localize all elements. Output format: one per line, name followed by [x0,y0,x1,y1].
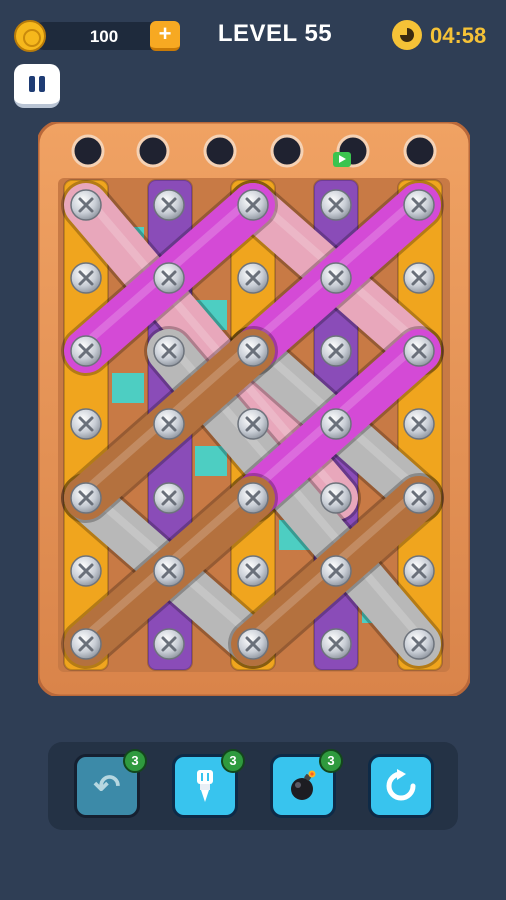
screw-icon[interactable] [153,262,185,294]
restart-button[interactable] [368,754,434,818]
clock-icon [392,20,422,50]
timer: 04:58 [430,23,487,48]
bomb-count-badge: 3 [319,749,343,773]
screw-icon[interactable] [320,189,352,221]
bomb-button[interactable]: 3 [270,749,343,818]
toolbar: ↶ 3 3 3 [48,742,458,830]
coin-value: 100 [89,27,119,46]
screw-icon[interactable] [237,555,269,587]
coin-icon [14,20,46,52]
screw-icon[interactable] [403,628,435,660]
screw-icon[interactable] [403,189,435,221]
drill-count-badge: 3 [221,749,245,773]
undo-count-badge: 3 [123,749,147,773]
screw-icon[interactable] [153,189,185,221]
level-title: LEVEL 55 [217,20,333,47]
coin-counter: 100 + [14,20,180,52]
screw-icon[interactable] [320,628,352,660]
teal-tile [112,373,144,403]
screw-icon[interactable] [70,335,102,367]
screw-icon[interactable] [153,555,185,587]
hint-play-icon[interactable] [333,152,351,167]
screw-icon[interactable] [237,628,269,660]
screw-icon[interactable] [70,482,102,514]
empty-hole [270,134,304,168]
screw-icon[interactable] [237,189,269,221]
screw-icon[interactable] [320,555,352,587]
screw-icon[interactable] [320,335,352,367]
empty-hole [403,134,437,168]
screw-icon[interactable] [70,555,102,587]
screw-icon[interactable] [70,628,102,660]
screw-icon[interactable] [70,189,102,221]
screw-icon[interactable] [70,408,102,440]
screw-icon[interactable] [320,482,352,514]
screw-icon[interactable] [237,482,269,514]
board-canvas [38,122,470,696]
screw-icon[interactable] [237,408,269,440]
screw-icon[interactable] [403,555,435,587]
screw-icon[interactable] [153,335,185,367]
empty-hole [71,134,105,168]
screw-icon[interactable] [403,482,435,514]
screw-icon[interactable] [153,408,185,440]
restart-icon [371,757,431,815]
screw-icon[interactable] [403,262,435,294]
game-board [38,122,470,696]
screw-icon[interactable] [153,482,185,514]
screw-icon[interactable] [403,335,435,367]
empty-hole [136,134,170,168]
screw-icon[interactable] [403,408,435,440]
add-coins-button[interactable]: + [150,21,180,51]
undo-button[interactable]: ↶ 3 [74,749,147,818]
top-bar: 100 + LEVEL 55 04:58 [0,0,506,70]
pause-button[interactable] [14,64,60,108]
drill-button[interactable]: 3 [172,749,245,818]
empty-hole [203,134,237,168]
screw-icon[interactable] [320,408,352,440]
screw-icon[interactable] [70,262,102,294]
screw-icon[interactable] [237,335,269,367]
screw-icon[interactable] [153,628,185,660]
screw-icon[interactable] [237,262,269,294]
screw-icon[interactable] [320,262,352,294]
